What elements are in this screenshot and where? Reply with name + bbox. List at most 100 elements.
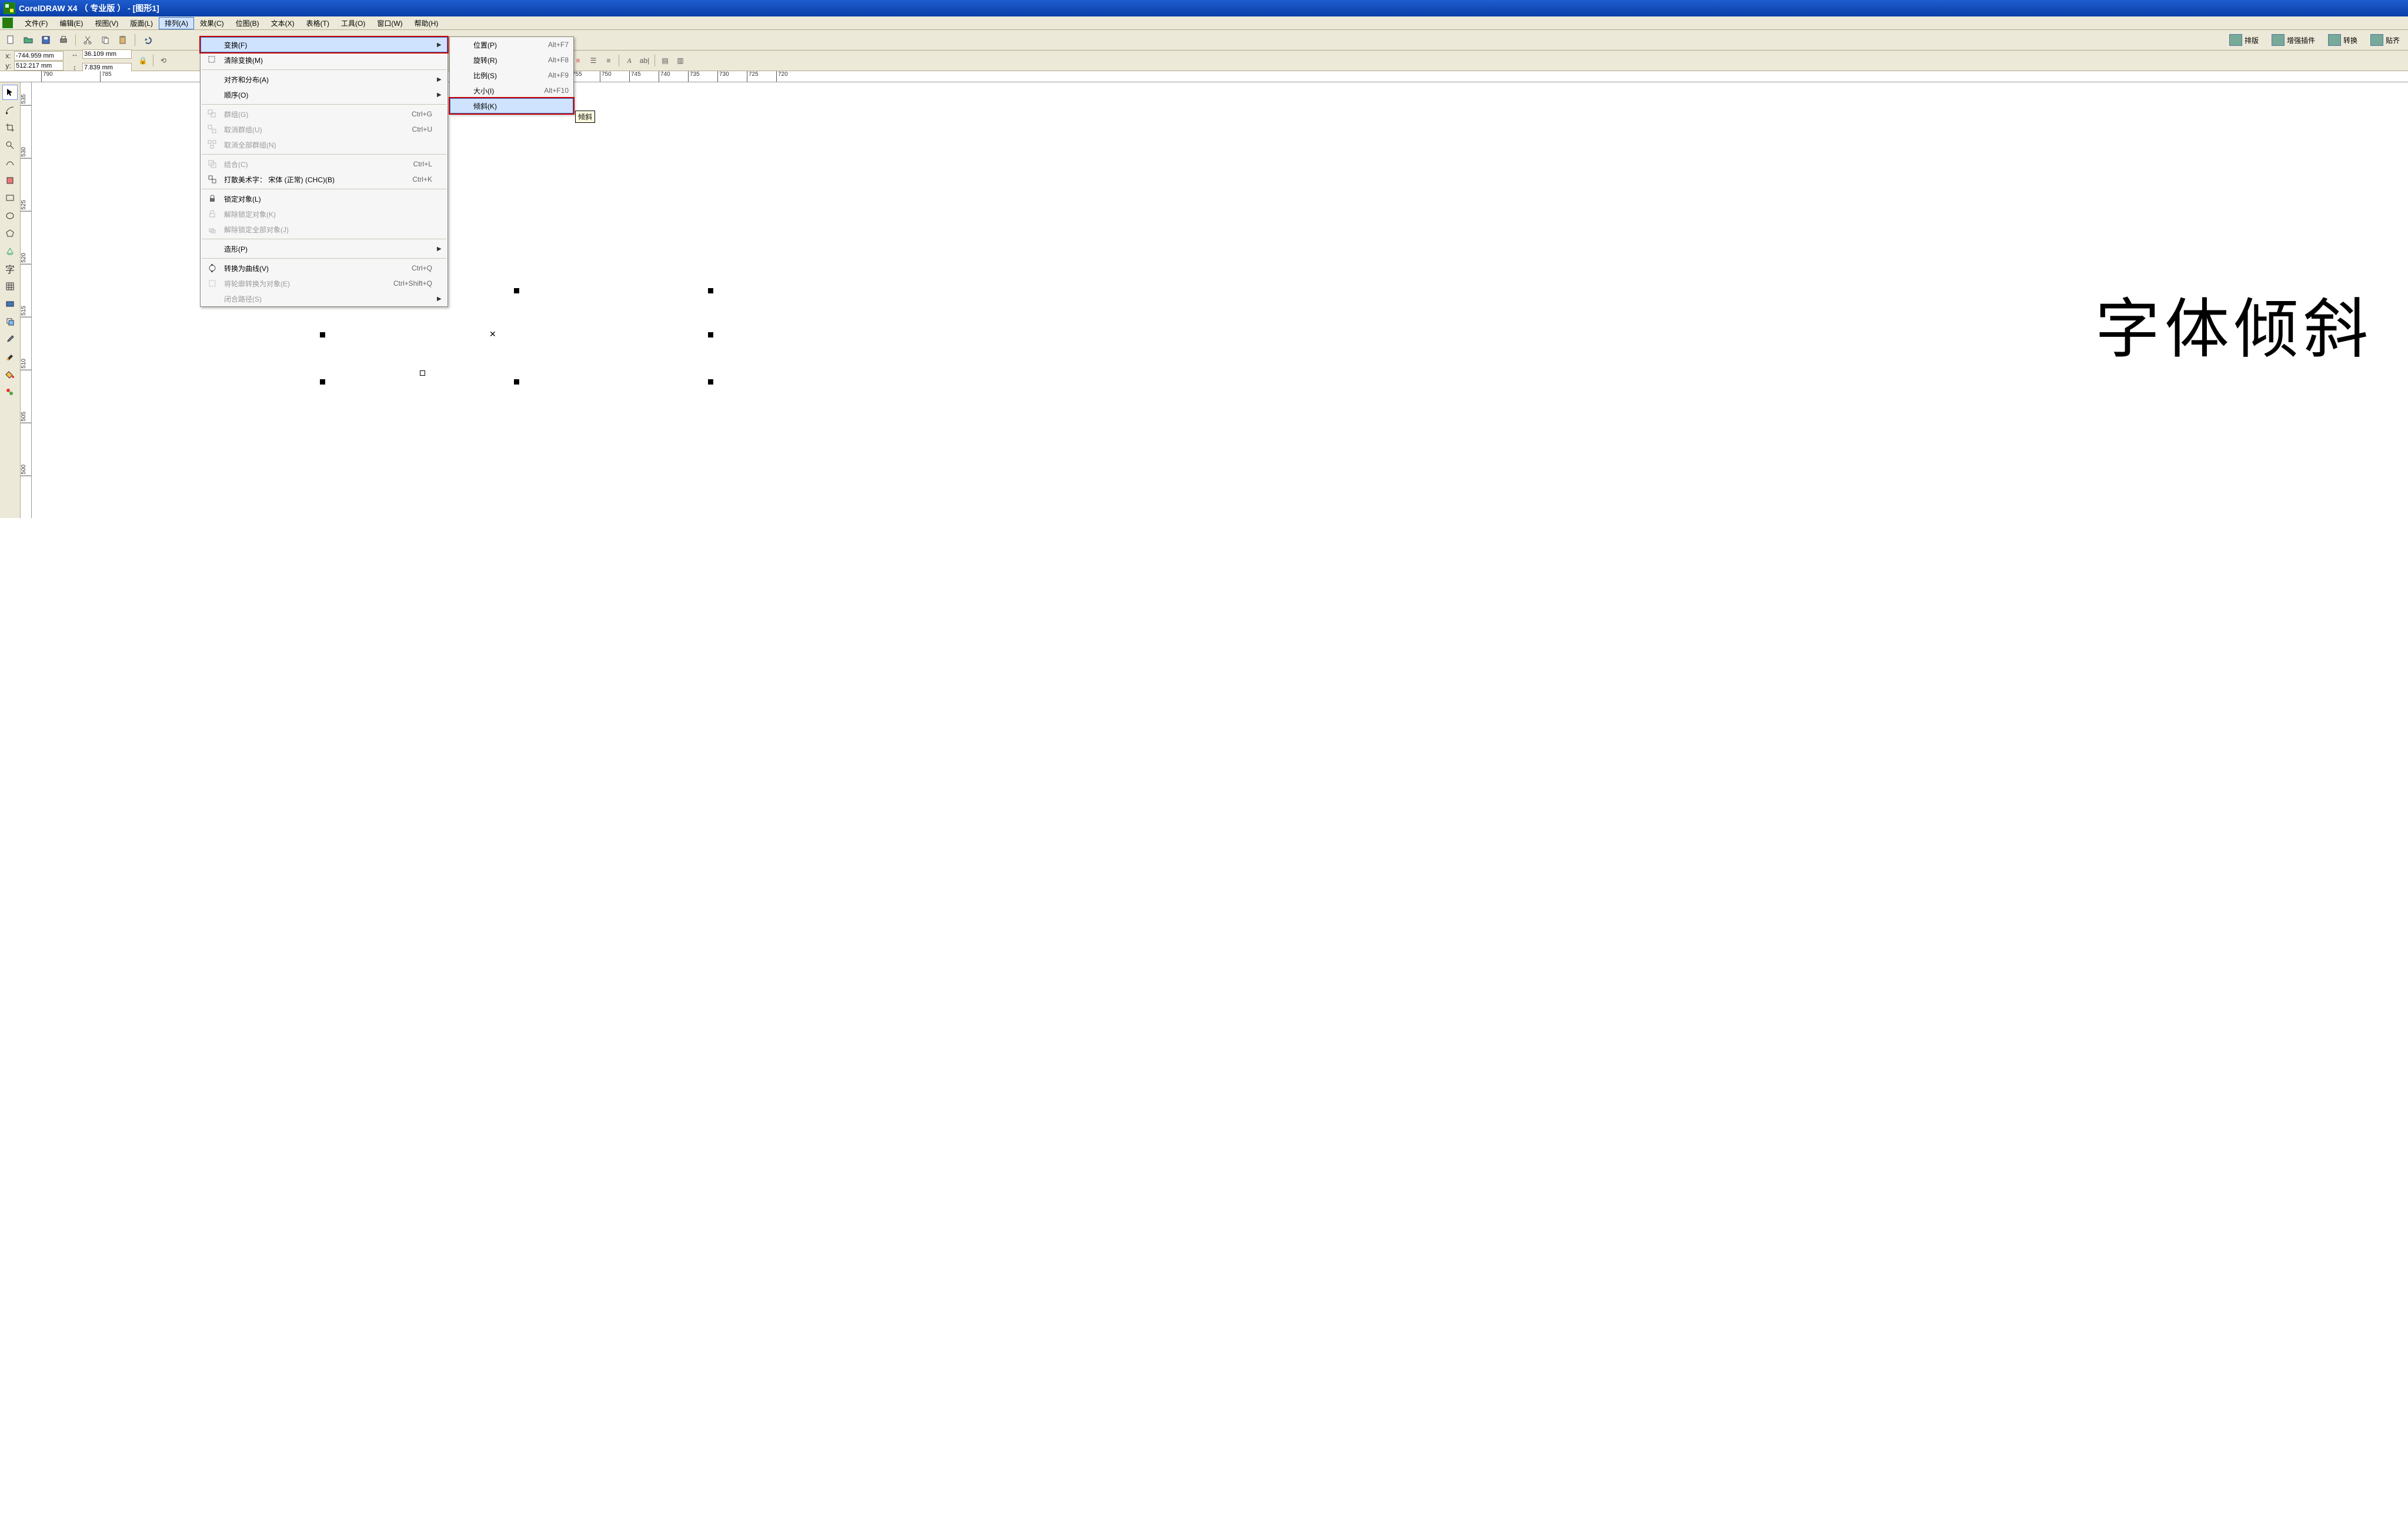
- docker-icon: [2370, 34, 2383, 46]
- selection-handle[interactable]: [320, 379, 325, 385]
- interactive-fill-tool[interactable]: [2, 385, 18, 400]
- menu-item: 解除锁定全部对象(J): [201, 222, 447, 237]
- submenu-item[interactable]: 位置(P)Alt+F7: [450, 37, 573, 52]
- ruler-tick: 520: [21, 253, 31, 265]
- selection-handle[interactable]: [708, 288, 713, 293]
- cut-button[interactable]: [81, 33, 95, 47]
- save-button[interactable]: [39, 33, 53, 47]
- dimension-tool[interactable]: [2, 296, 18, 312]
- basic-shapes-tool[interactable]: [2, 243, 18, 259]
- columns-icon[interactable]: ▥: [674, 54, 687, 67]
- menu-item-label: 打散美术字： 宋体 (正常) (CHC)(B): [224, 175, 396, 185]
- submenu-item[interactable]: 旋转(R) Alt+F8: [450, 52, 573, 68]
- menu-effects[interactable]: 效果(C): [194, 17, 230, 29]
- selection-handle[interactable]: [708, 332, 713, 337]
- docker-enhance[interactable]: 增强插件: [2267, 34, 2320, 46]
- indent-icon[interactable]: ≡: [602, 54, 615, 67]
- selection-handle[interactable]: [708, 379, 713, 385]
- print-button[interactable]: [56, 33, 71, 47]
- freehand-tool[interactable]: [2, 155, 18, 171]
- menu-item[interactable]: 转换为曲线(V)Ctrl+Q: [201, 260, 447, 276]
- menu-item: 群组(G)Ctrl+G: [201, 106, 447, 122]
- char-format-icon[interactable]: A: [623, 54, 636, 67]
- lock-ratio-icon[interactable]: 🔒: [136, 54, 149, 67]
- ruler-tick: 530: [21, 147, 31, 159]
- menu-item[interactable]: 对齐和分布(A)▶: [201, 72, 447, 87]
- open-button[interactable]: [21, 33, 35, 47]
- undo-button[interactable]: [140, 33, 154, 47]
- new-button[interactable]: [4, 33, 18, 47]
- submenu-item-label: 旋转(R): [473, 55, 532, 65]
- menu-tools[interactable]: 工具(O): [335, 17, 371, 29]
- bullets-icon[interactable]: ☰: [587, 54, 600, 67]
- selection-handle[interactable]: [514, 379, 519, 385]
- menu-text[interactable]: 文本(X): [265, 17, 300, 29]
- selection-handle[interactable]: [320, 332, 325, 337]
- crop-tool[interactable]: [2, 120, 18, 135]
- zoom-tool[interactable]: [2, 138, 18, 153]
- submenu-item[interactable]: 倾斜(K): [450, 98, 573, 113]
- docker-snap[interactable]: 贴齐: [2366, 34, 2404, 46]
- to-curve-icon: [205, 262, 219, 274]
- paste-button[interactable]: [116, 33, 130, 47]
- pick-tool[interactable]: [2, 85, 18, 100]
- artistic-text[interactable]: 字体倾斜: [2095, 276, 2373, 370]
- submenu-item-label: 倾斜(K): [473, 101, 569, 111]
- outline-to-obj-icon: [205, 278, 219, 289]
- submenu-item[interactable]: 大小(I) Alt+F10: [450, 83, 573, 98]
- shape-tool[interactable]: [2, 102, 18, 118]
- text-baseline-handle[interactable]: [420, 370, 425, 376]
- menu-view[interactable]: 视图(V): [89, 17, 124, 29]
- docker-layout[interactable]: 排版: [2225, 34, 2263, 46]
- menu-item[interactable]: 打散美术字： 宋体 (正常) (CHC)(B)Ctrl+K: [201, 172, 447, 187]
- x-input[interactable]: [14, 51, 64, 61]
- ruler-tick: 735: [688, 71, 700, 82]
- menu-layout[interactable]: 版面(L): [124, 17, 159, 29]
- menu-separator: [202, 154, 446, 155]
- menu-help[interactable]: 帮助(H): [409, 17, 445, 29]
- ruler-tick: 525: [21, 200, 31, 212]
- menu-arrange[interactable]: 排列(A): [159, 17, 194, 29]
- ruler-tick: 740: [659, 71, 670, 82]
- rectangle-tool[interactable]: [2, 191, 18, 206]
- interactive-tool[interactable]: [2, 314, 18, 329]
- text-tool[interactable]: 字: [2, 261, 18, 276]
- submenu-item[interactable]: 比例(S)Alt+F9: [450, 68, 573, 83]
- width-input[interactable]: [82, 49, 132, 59]
- docker-transform[interactable]: 转换: [2323, 34, 2362, 46]
- menu-item[interactable]: 顺序(O)▶: [201, 87, 447, 102]
- submenu-item-shortcut: Alt+F8: [548, 56, 569, 64]
- polygon-tool[interactable]: [2, 226, 18, 241]
- menu-item[interactable]: 清除变换(M): [201, 52, 447, 68]
- menu-file[interactable]: 文件(F): [19, 17, 54, 29]
- doc-icon: [2, 18, 13, 28]
- rotate-icon[interactable]: ⟲: [157, 54, 170, 67]
- menu-item[interactable]: 锁定对象(L): [201, 191, 447, 206]
- table-tool[interactable]: [2, 279, 18, 294]
- eyedropper-tool[interactable]: [2, 332, 18, 347]
- menu-table[interactable]: 表格(T): [300, 17, 335, 29]
- submenu-arrow-icon: ▶: [437, 76, 443, 83]
- align-icon[interactable]: ▤: [659, 54, 672, 67]
- submenu-item-shortcut: Alt+F10: [544, 86, 569, 95]
- menu-item-label: 将轮廓转换为对象(E): [224, 279, 377, 289]
- outline-tool[interactable]: [2, 349, 18, 365]
- selection-handle[interactable]: [514, 288, 519, 293]
- menu-bitmap[interactable]: 位图(B): [230, 17, 265, 29]
- selection-center[interactable]: ✕: [489, 329, 496, 339]
- menu-edit[interactable]: 编辑(E): [54, 17, 89, 29]
- smart-fill-tool[interactable]: [2, 173, 18, 188]
- edit-text-icon[interactable]: ab|: [638, 54, 651, 67]
- fill-tool[interactable]: [2, 367, 18, 382]
- menu-item[interactable]: 变换(F)▶: [201, 37, 447, 52]
- submenu-item-label: 大小(I): [473, 86, 527, 96]
- copy-button[interactable]: [98, 33, 112, 47]
- blank-icon: [455, 54, 469, 66]
- y-input[interactable]: [14, 61, 64, 71]
- menu-item[interactable]: 造形(P)▶: [201, 241, 447, 256]
- toolbox: 字: [0, 82, 21, 518]
- menu-window[interactable]: 窗口(W): [371, 17, 408, 29]
- ellipse-tool[interactable]: [2, 208, 18, 223]
- blank-icon: [205, 89, 219, 101]
- menu-bar: 文件(F) 编辑(E) 视图(V) 版面(L) 排列(A) 效果(C) 位图(B…: [0, 16, 2408, 30]
